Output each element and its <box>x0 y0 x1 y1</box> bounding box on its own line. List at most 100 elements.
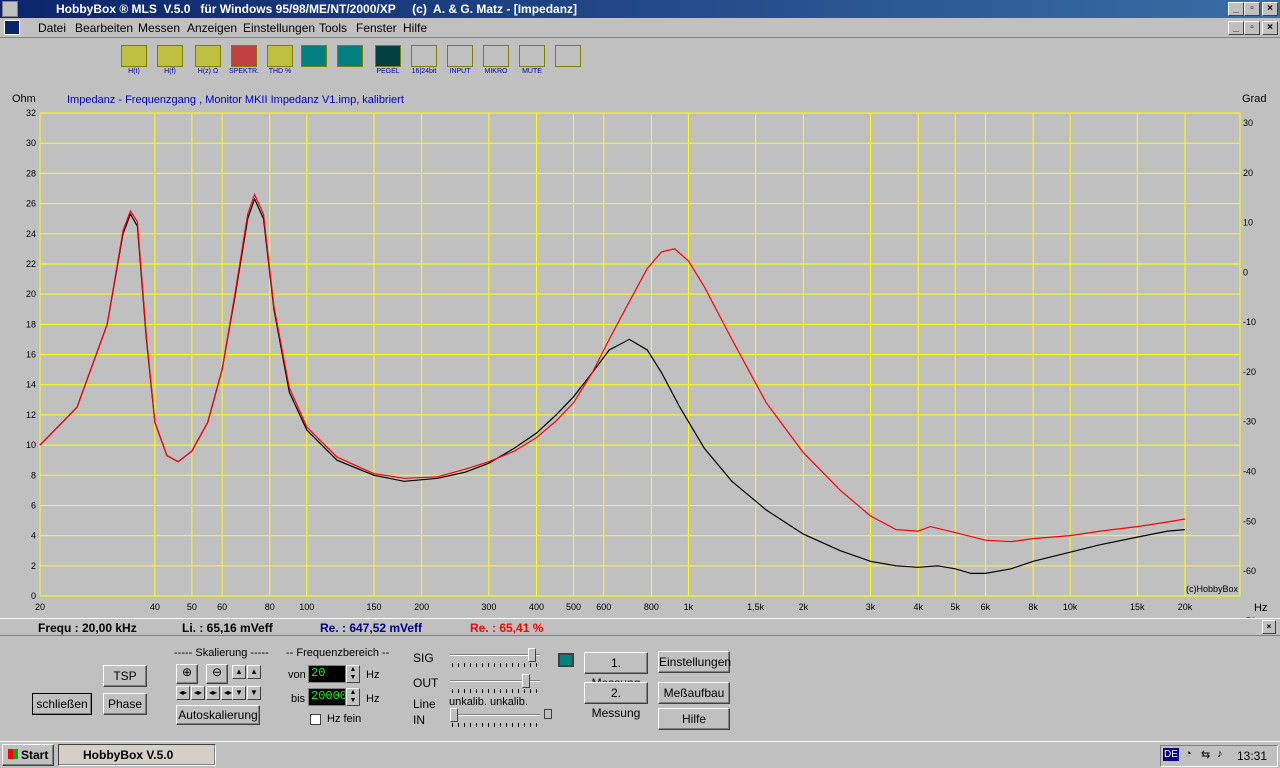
spectrum-button[interactable]: SPEKTR. <box>228 45 260 81</box>
taskbar: Start HobbyBox V.5.0 DE ◔ ⇆ ♪ 13:31 <box>0 741 1280 768</box>
task-hobbybox[interactable]: HobbyBox V.5.0 <box>58 744 216 766</box>
y-axis-label-right: Grad <box>1242 93 1266 105</box>
output-label: OUT <box>413 676 439 690</box>
menu-fenster[interactable]: Fenster <box>356 21 397 35</box>
y-tick-label: 14 <box>26 380 36 390</box>
toolbar-label: THD % <box>268 68 292 75</box>
shift-right-button[interactable]: ◂▸ <box>191 686 205 700</box>
signal-slider-knob[interactable] <box>528 648 536 662</box>
impedance-chart: 0 2 4 6 8 10 12 14 16 18 20 22 24 26 28 30 32 20 40 50 60 80 1… <box>0 86 1280 626</box>
monitor-indicator-icon[interactable] <box>558 653 574 667</box>
input-slider-track[interactable] <box>450 714 540 716</box>
mute-button[interactable]: MUTE <box>516 45 548 81</box>
shift-left-button[interactable]: ◂▸ <box>176 686 190 700</box>
language-indicator[interactable]: DE <box>1163 748 1179 761</box>
x-tick-label: 8k <box>1028 602 1038 612</box>
document-icon[interactable] <box>4 20 20 35</box>
input-button[interactable]: INPUT <box>444 45 476 81</box>
menu-anzeigen[interactable]: Anzeigen <box>187 21 237 35</box>
toolbar-label: 16|24bit <box>411 68 437 75</box>
hz-fine-checkbox[interactable] <box>310 714 321 725</box>
thd-button[interactable]: THD % <box>264 45 296 81</box>
zoom-out-button[interactable]: ⊖ <box>206 664 228 684</box>
oscilloscope-button[interactable] <box>298 45 330 81</box>
x-axis-label: Hz <box>1254 602 1267 614</box>
from-frequency-stepper[interactable]: ▲ ▼ <box>346 665 360 683</box>
input-slider-knob[interactable] <box>450 708 458 722</box>
spectrum-icon <box>231 45 257 67</box>
settings-button[interactable]: Einstellungen <box>658 651 731 673</box>
impulse-response-button[interactable]: H(t) <box>118 45 150 81</box>
y-right-tick-label: -60 <box>1243 566 1256 576</box>
clock: 13:31 <box>1237 749 1268 763</box>
doc-close-button[interactable]: × <box>1262 21 1278 35</box>
tsp-button[interactable]: TSP <box>103 665 147 687</box>
menu-tools[interactable]: Tools <box>319 21 347 35</box>
doc-minimize-button[interactable]: _ <box>1228 21 1244 35</box>
scaling-group-label: ----- Skalierung ----- <box>174 647 269 659</box>
menu-bearbeiten[interactable]: Bearbeiten <box>75 21 133 35</box>
to-frequency-input[interactable]: 20000 <box>308 688 347 706</box>
tray-clock-icon[interactable]: ◔ <box>1185 748 1192 760</box>
status-close-button[interactable]: × <box>1262 620 1276 634</box>
impedance-button[interactable]: H(z) Ω <box>192 45 224 81</box>
phase-button[interactable]: Phase <box>103 693 147 715</box>
close-button[interactable]: × <box>1262 2 1278 16</box>
bitdepth-icon <box>411 45 437 67</box>
bitdepth-button[interactable]: 16|24bit <box>408 45 440 81</box>
right-percent-readout: Re. : 65,41 % <box>470 621 544 635</box>
open-folder-button[interactable] <box>16 45 48 81</box>
menu-einstellungen[interactable]: Einstellungen <box>243 21 315 35</box>
y-right-tick-label: 0 <box>1243 267 1248 277</box>
help-button[interactable]: Hilfe <box>658 708 730 730</box>
scale-down2-button[interactable]: ▼ <box>247 686 261 700</box>
menu-datei[interactable]: Datei <box>38 21 66 35</box>
microphone-button[interactable]: MIKRO <box>480 45 512 81</box>
y-right-tick-label: -20 <box>1243 367 1256 377</box>
close-panel-button[interactable]: schließen <box>32 693 92 715</box>
measurement-2-button[interactable]: 2. Messung <box>584 682 648 720</box>
shift-left2-button[interactable]: ◂▸ <box>206 686 220 700</box>
to-frequency-stepper[interactable]: ▲ ▼ <box>346 688 360 706</box>
y-right-tick-label: 30 <box>1243 118 1253 128</box>
restore-button[interactable]: ▫ <box>1244 2 1260 16</box>
autoscale-button[interactable]: Autoskalierung <box>176 705 260 725</box>
doc-restore-button[interactable]: ▫ <box>1244 21 1260 35</box>
oscilloscope-icon <box>301 45 327 67</box>
impulse-response-icon <box>121 45 147 67</box>
app-icon[interactable] <box>2 1 18 17</box>
output-slider-knob[interactable] <box>522 674 530 688</box>
x-tick-label: 3k <box>866 602 876 612</box>
x-tick-label: 2k <box>799 602 809 612</box>
frequency-response-button[interactable]: H(f) <box>154 45 186 81</box>
start-label: Start <box>21 748 49 762</box>
chart-title: Impedanz - Frequenzgang , Monitor MKII I… <box>67 94 404 106</box>
zoom-in-button[interactable]: ⊕ <box>176 664 198 684</box>
menu-hilfe[interactable]: Hilfe <box>403 21 427 35</box>
signal-slider-track[interactable] <box>450 654 540 656</box>
minimize-button[interactable]: _ <box>1228 2 1244 16</box>
x-tick-label: 60 <box>217 602 227 612</box>
save-button[interactable] <box>50 45 82 81</box>
level-button[interactable]: PEGEL <box>372 45 404 81</box>
generator-button[interactable] <box>552 45 584 81</box>
menu-messen[interactable]: Messen <box>138 21 180 35</box>
measurement-setup-button[interactable]: Meßaufbau <box>658 682 730 704</box>
frequency-response-icon <box>157 45 183 67</box>
from-frequency-input[interactable]: 20 <box>308 665 346 683</box>
scale-up-button[interactable]: ▲ <box>232 665 246 679</box>
start-button[interactable]: Start <box>2 744 54 766</box>
signal-label: SIG <box>413 651 434 665</box>
tray-volume-icon[interactable]: ♪ <box>1217 748 1223 760</box>
print-button[interactable] <box>86 45 118 81</box>
tray-network-icon[interactable]: ⇆ <box>1201 748 1210 761</box>
scale-up2-button[interactable]: ▲ <box>247 665 261 679</box>
x-tick-label: 400 <box>529 602 544 612</box>
generator-icon <box>555 45 581 67</box>
toolbar-label: H(f) <box>164 68 176 75</box>
toolbar-label: MIKRO <box>484 68 508 75</box>
bargraph-button[interactable] <box>334 45 366 81</box>
x-tick-label: 15k <box>1130 602 1145 612</box>
measurement-1-button[interactable]: 1. Messung <box>584 652 648 690</box>
scale-down-button[interactable]: ▼ <box>232 686 246 700</box>
